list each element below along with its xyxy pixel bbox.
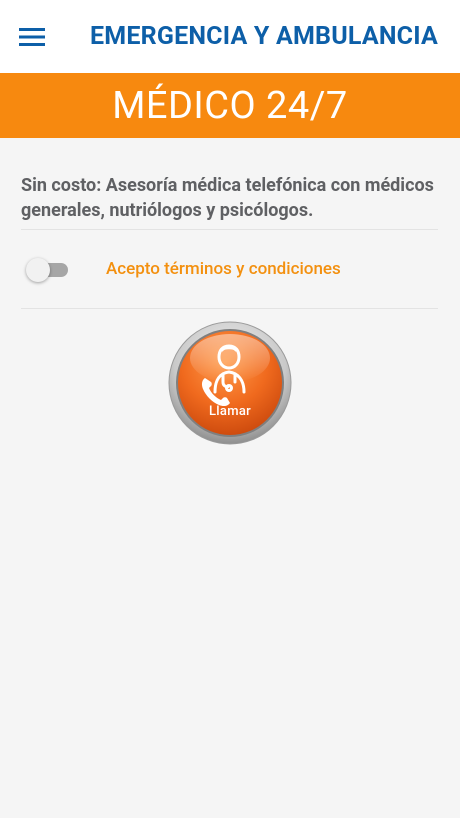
doctor-phone-icon xyxy=(168,321,292,445)
divider xyxy=(21,308,438,309)
divider xyxy=(21,229,438,230)
call-button-label: Llamar xyxy=(208,404,252,419)
page-title: EMERGENCIA Y AMBULANCIA xyxy=(90,22,438,51)
app-screen: EMERGENCIA Y AMBULANCIA MÉDICO 24/7 Sin … xyxy=(0,0,460,818)
hamburger-menu-icon xyxy=(19,28,45,46)
call-button[interactable]: Llamar xyxy=(167,320,293,446)
banner-title: MÉDICO 24/7 xyxy=(112,83,348,128)
terms-link[interactable]: Acepto términos y condiciones xyxy=(106,259,341,279)
menu-button[interactable] xyxy=(14,19,50,55)
app-header: EMERGENCIA Y AMBULANCIA xyxy=(0,0,460,73)
terms-toggle[interactable] xyxy=(26,258,68,282)
section-banner: MÉDICO 24/7 xyxy=(0,73,460,138)
service-description: Sin costo: Asesoría médica telefónica co… xyxy=(21,175,434,221)
terms-row: Acepto términos y condiciones xyxy=(21,250,438,290)
toggle-thumb xyxy=(26,258,50,282)
